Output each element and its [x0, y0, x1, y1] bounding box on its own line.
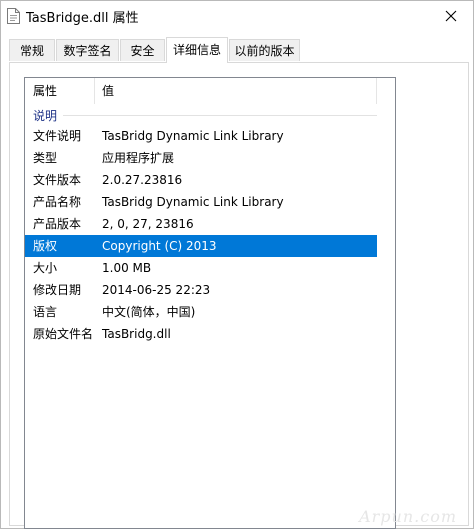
property-value: Copyright (C) 2013	[102, 239, 217, 253]
property-value: 应用程序扩展	[102, 151, 175, 165]
list-item[interactable]: 修改日期 2014-06-25 22:23	[25, 279, 377, 301]
tab-details[interactable]: 详细信息	[166, 37, 228, 63]
property-name: 文件说明	[33, 129, 82, 143]
tab-digital-signatures[interactable]: 数字签名	[56, 39, 119, 61]
property-value: 2014-06-25 22:23	[102, 283, 211, 297]
watermark: Arpun.com	[359, 507, 457, 526]
property-name: 修改日期	[33, 283, 82, 297]
list-item[interactable]: 语言 中文(简体，中国)	[25, 301, 377, 323]
title-bar[interactable]: TasBridge.dll 属性	[1, 1, 473, 31]
property-value: 1.00 MB	[102, 261, 152, 275]
list-item[interactable]: 文件说明 TasBridg Dynamic Link Library	[25, 125, 377, 147]
group-label: 说明	[33, 108, 58, 123]
property-value: 中文(简体，中国)	[102, 305, 196, 319]
tab-security[interactable]: 安全	[120, 39, 165, 61]
list-item[interactable]: 文件版本 2.0.27.23816	[25, 169, 377, 191]
property-value: 2, 0, 27, 23816	[102, 217, 194, 231]
tab-previous-versions[interactable]: 以前的版本	[229, 39, 300, 61]
property-name: 产品版本	[33, 217, 82, 231]
list-item[interactable]: 大小 1.00 MB	[25, 257, 377, 279]
group-divider	[63, 114, 383, 116]
property-value: TasBridg.dll	[102, 327, 171, 341]
property-name: 版权	[33, 239, 58, 253]
list-item[interactable]: 类型 应用程序扩展	[25, 147, 377, 169]
property-name: 原始文件名	[33, 327, 94, 341]
list-scroll-area	[377, 78, 395, 528]
property-name: 文件版本	[33, 173, 82, 187]
group-header-description: 说明	[33, 106, 383, 124]
property-name: 类型	[33, 151, 58, 165]
list-header: 属性 值	[25, 78, 377, 104]
details-list[interactable]: 属性 值 说明 文件说明 TasBridg Dynamic Link Libra…	[24, 77, 396, 529]
window-title: TasBridge.dll 属性	[26, 11, 139, 26]
list-item[interactable]: 产品版本 2, 0, 27, 23816	[25, 213, 377, 235]
column-header-property[interactable]: 属性	[25, 78, 95, 104]
list-item[interactable]: 原始文件名 TasBridg.dll	[25, 323, 377, 345]
column-header-value[interactable]: 值	[95, 78, 377, 104]
list-item[interactable]: 产品名称 TasBridg Dynamic Link Library	[25, 191, 377, 213]
tab-general[interactable]: 常规	[9, 39, 55, 61]
property-value: 2.0.27.23816	[102, 173, 183, 187]
property-name: 大小	[33, 261, 58, 275]
dll-file-icon	[7, 8, 20, 24]
property-name: 语言	[33, 305, 58, 319]
close-icon	[445, 10, 457, 22]
properties-window: TasBridge.dll 属性 常规 数字签名 安全 详细信息 以前的版本 属…	[0, 0, 474, 529]
close-button[interactable]	[429, 1, 473, 31]
property-value: TasBridg Dynamic Link Library	[102, 195, 284, 209]
list-item-selected[interactable]: 版权 Copyright (C) 2013	[25, 235, 377, 257]
property-value: TasBridg Dynamic Link Library	[102, 129, 284, 143]
tab-strip: 常规 数字签名 安全 详细信息 以前的版本	[9, 37, 469, 63]
property-name: 产品名称	[33, 195, 82, 209]
